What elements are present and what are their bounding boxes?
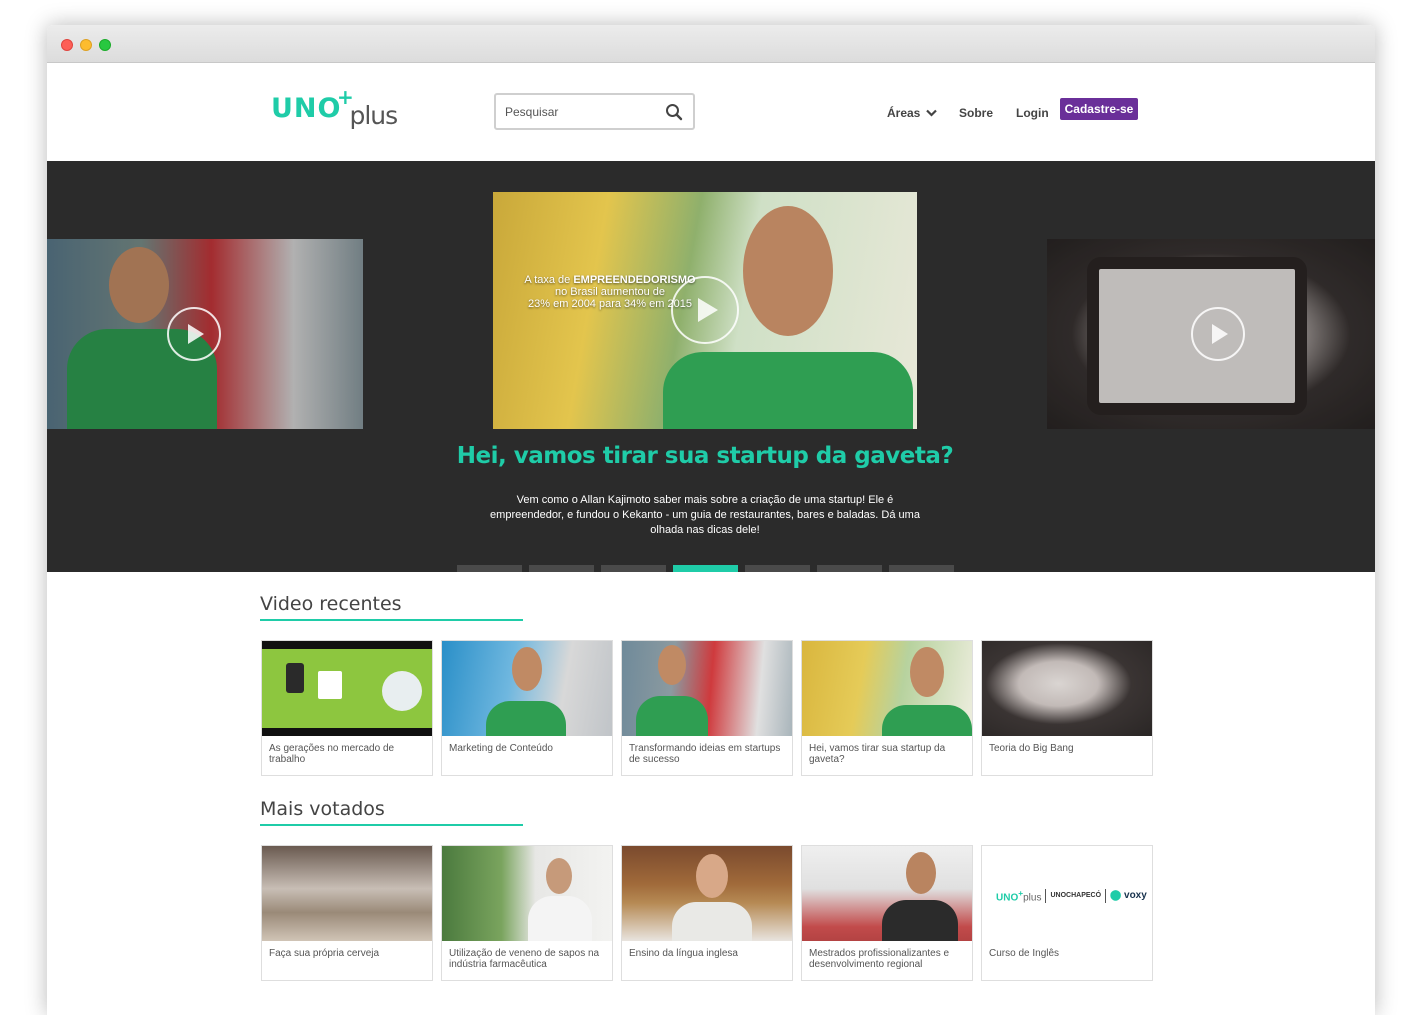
carousel-slide-next[interactable] (1047, 239, 1375, 429)
maximize-window-button[interactable] (99, 39, 111, 51)
signup-button[interactable]: Cadastre-se (1060, 98, 1138, 120)
video-title[interactable]: As gerações no mercado de trabalho (262, 736, 432, 765)
carousel-dot-7[interactable] (889, 565, 954, 572)
video-thumbnail[interactable] (982, 641, 1152, 736)
video-card[interactable]: Faça sua própria cerveja (261, 845, 433, 981)
video-thumbnail[interactable] (262, 846, 432, 941)
presenter-shirt (663, 352, 913, 429)
minimize-window-button[interactable] (80, 39, 92, 51)
carousel-dot-3[interactable] (601, 565, 666, 572)
phone-icon (286, 663, 304, 693)
chevron-down-icon (926, 109, 938, 117)
video-thumbnail[interactable] (442, 641, 612, 736)
carousel-pagination (457, 565, 954, 572)
video-title[interactable]: Transformando ideias em startups de suce… (622, 736, 792, 765)
site-header: UNO + plus Áreas Sobre Login Cadastre-se (47, 63, 1375, 161)
play-icon[interactable] (671, 276, 739, 344)
hero-title[interactable]: Hei, vamos tirar sua startup da gaveta? (47, 443, 1363, 469)
carousel-dot-1[interactable] (457, 565, 522, 572)
site-logo[interactable]: UNO + plus (271, 85, 398, 130)
nav-areas-dropdown[interactable]: Áreas (887, 106, 938, 120)
video-card[interactable]: Marketing de Conteúdo (441, 640, 613, 776)
video-thumbnail[interactable] (622, 846, 792, 941)
hero-carousel: A taxa de EMPREENDEDORISMO no Brasil aum… (47, 161, 1375, 572)
play-icon[interactable] (1191, 307, 1245, 361)
partner-logos: UNO+plus UNOCHAPECÓ ⬤ voxy (996, 888, 1147, 903)
video-title[interactable]: Teoria do Big Bang (982, 736, 1152, 754)
search-icon[interactable] (665, 103, 683, 121)
carousel-dot-4[interactable] (673, 565, 738, 572)
carousel-dot-2[interactable] (529, 565, 594, 572)
video-title[interactable]: Ensino da língua inglesa (622, 941, 792, 959)
nav-areas-label: Áreas (887, 106, 921, 120)
video-card[interactable]: As gerações no mercado de trabalho (261, 640, 433, 776)
partner-logo-unochapeco: UNOCHAPECÓ (1050, 892, 1102, 900)
play-icon[interactable] (167, 307, 221, 361)
presenter-head (743, 206, 833, 336)
video-card[interactable]: Mestrados profissionalizantes e desenvol… (801, 845, 973, 981)
video-card[interactable]: Utilização de veneno de sapos na indústr… (441, 845, 613, 981)
logo-uno-text: UNO (271, 93, 342, 124)
nav-sobre-link[interactable]: Sobre (959, 106, 993, 120)
browser-window: UNO + plus Áreas Sobre Login Cadastre-se (47, 25, 1375, 1015)
browser-titlebar (47, 25, 1375, 63)
video-thumbnail[interactable] (802, 641, 972, 736)
video-title[interactable]: Faça sua própria cerveja (262, 941, 432, 959)
video-card[interactable]: UNO+plus UNOCHAPECÓ ⬤ voxy Curso de Ingl… (981, 845, 1153, 981)
search-box (494, 93, 695, 130)
video-title[interactable]: Curso de Inglês (982, 941, 1152, 959)
globe-icon (382, 671, 422, 711)
top-voted-list: Faça sua própria cerveja Utilização de v… (261, 845, 1153, 981)
carousel-dot-5[interactable] (745, 565, 810, 572)
partner-logo-voxy: ⬤ voxy (1110, 890, 1147, 902)
video-thumbnail[interactable]: UNO+plus UNOCHAPECÓ ⬤ voxy (982, 846, 1152, 941)
section-underline (260, 619, 523, 621)
document-icon (318, 671, 342, 699)
carousel-slide-active[interactable]: A taxa de EMPREENDEDORISMO no Brasil aum… (493, 192, 917, 429)
close-window-button[interactable] (61, 39, 73, 51)
video-thumbnail[interactable] (802, 846, 972, 941)
recent-videos-list: As gerações no mercado de trabalho Marke… (261, 640, 1153, 776)
video-thumbnail[interactable] (622, 641, 792, 736)
video-title[interactable]: Hei, vamos tirar sua startup da gaveta? (802, 736, 972, 765)
video-title[interactable]: Marketing de Conteúdo (442, 736, 612, 754)
video-title[interactable]: Mestrados profissionalizantes e desenvol… (802, 941, 972, 970)
video-card[interactable]: Hei, vamos tirar sua startup da gaveta? (801, 640, 973, 776)
hero-description: Vem como o Allan Kajimoto saber mais sob… (490, 494, 920, 536)
nav-login-link[interactable]: Login (1016, 106, 1049, 120)
logo-plus-text: plus (349, 101, 398, 130)
section-underline (260, 824, 523, 826)
video-title[interactable]: Utilização de veneno de sapos na indústr… (442, 941, 612, 970)
section-title-recent: Video recentes (260, 593, 402, 615)
section-title-top-voted: Mais votados (260, 798, 385, 820)
carousel-slide-prev[interactable] (47, 239, 363, 429)
video-thumbnail[interactable] (262, 641, 432, 736)
search-input[interactable] (496, 95, 656, 128)
video-card[interactable]: Teoria do Big Bang (981, 640, 1153, 776)
video-thumbnail[interactable] (442, 846, 612, 941)
video-card[interactable]: Ensino da língua inglesa (621, 845, 793, 981)
video-card[interactable]: Transformando ideias em startups de suce… (621, 640, 793, 776)
partner-logo-uno: UNO+plus (996, 888, 1042, 904)
carousel-dot-6[interactable] (817, 565, 882, 572)
